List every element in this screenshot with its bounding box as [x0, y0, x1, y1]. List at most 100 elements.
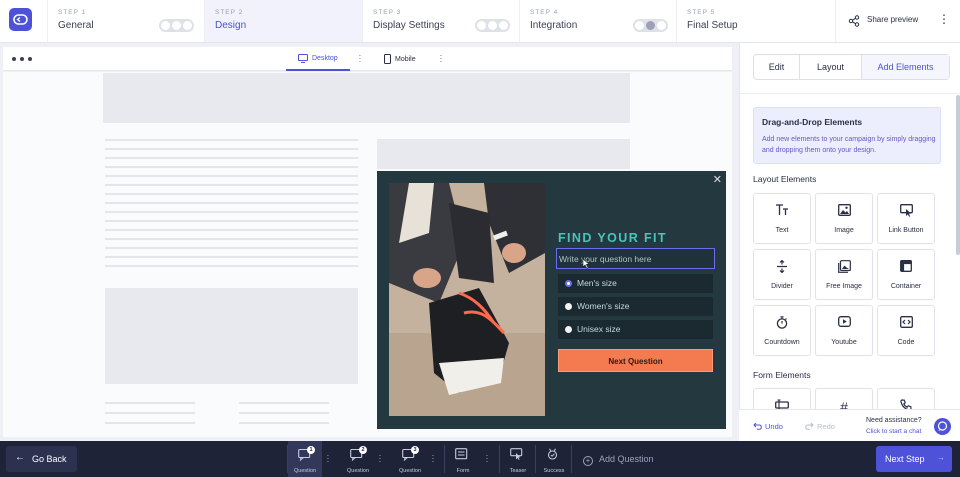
page-label: Teaser — [509, 468, 527, 474]
arrow-right-icon: → — [937, 453, 945, 462]
element-label: Link Button — [888, 227, 924, 234]
desktop-options-icon[interactable]: · · · — [358, 52, 362, 66]
answer-option-label: Unisex size — [577, 324, 621, 334]
element-container[interactable]: Container — [877, 249, 935, 300]
step-number: STEP 2 — [215, 9, 244, 16]
chat-bubble-icon[interactable] — [934, 418, 951, 435]
page-teaser[interactable]: Teaser — [500, 441, 536, 477]
page-options-icon[interactable]: · · · — [378, 452, 382, 466]
more-options-icon[interactable]: ⋮ — [938, 12, 950, 26]
placeholder-line — [105, 157, 358, 159]
link-button-icon — [878, 204, 934, 218]
popup-title[interactable]: FIND YOUR FIT — [558, 231, 667, 245]
window-menu-icon[interactable] — [12, 57, 32, 61]
element-text[interactable]: Text — [753, 193, 811, 244]
element-divider[interactable]: Divider — [753, 249, 811, 300]
undo-button[interactable]: Undo — [753, 422, 783, 431]
answer-option-unisex[interactable]: Unisex size — [558, 320, 713, 339]
placeholder-line — [105, 166, 358, 168]
tab-edit[interactable]: Edit — [754, 55, 800, 79]
page-question-2[interactable]: 2 Question — [340, 441, 376, 477]
placeholder-line — [105, 247, 358, 249]
device-tab-mobile[interactable]: Mobile — [384, 47, 416, 71]
page-options-icon[interactable]: · · · — [326, 452, 330, 466]
share-preview-button[interactable]: Share preview — [835, 0, 925, 42]
question-placeholder: Write your question here — [559, 254, 652, 264]
share-preview-label: Share preview — [867, 15, 919, 24]
start-chat-link[interactable]: Click to start a chat — [866, 428, 921, 435]
question-input[interactable]: Write your question here — [556, 248, 715, 269]
next-step-button[interactable]: Next Step → — [876, 446, 952, 472]
stopwatch-icon — [754, 316, 810, 330]
step-general[interactable]: STEP 1 General — [47, 0, 204, 42]
undo-label: Undo — [765, 422, 783, 431]
page-success[interactable]: Success — [536, 441, 572, 477]
tab-add-elements[interactable]: Add Elements — [862, 55, 949, 79]
share-icon — [848, 14, 860, 32]
step-label: Final Setup — [687, 20, 738, 31]
canvas-toolbar: Desktop · · · Mobile · · · — [3, 47, 732, 71]
element-free-image[interactable]: Free Image — [815, 249, 873, 300]
redo-label: Redo — [817, 422, 835, 431]
app-logo-icon[interactable] — [9, 8, 32, 31]
teaser-page-icon — [510, 448, 523, 460]
element-code[interactable]: Code — [877, 305, 935, 356]
elements-panel: Edit Layout Add Elements Drag-and-Drop E… — [739, 43, 960, 441]
placeholder-line — [239, 422, 329, 424]
close-icon[interactable]: ✕ — [713, 173, 722, 186]
placeholder-line — [105, 422, 195, 424]
step-integration[interactable]: STEP 4 Integration — [519, 0, 676, 42]
mobile-options-icon[interactable]: · · · — [439, 52, 443, 66]
panel-footer: Undo Redo Need assistance? Click to star… — [739, 409, 960, 442]
container-icon — [878, 260, 934, 274]
step-label: Display Settings — [373, 20, 445, 31]
placeholder-line — [105, 139, 358, 141]
placeholder-line — [105, 211, 358, 213]
element-link-button[interactable]: Link Button — [877, 193, 935, 244]
tab-layout[interactable]: Layout — [800, 55, 862, 79]
placeholder-line — [105, 229, 358, 231]
step-final-setup[interactable]: STEP 5 Final Setup — [676, 0, 835, 42]
page-options-icon[interactable]: · · · — [431, 452, 435, 466]
element-label: Text — [775, 227, 789, 234]
answer-option-womens[interactable]: Women's size — [558, 297, 713, 316]
answer-option-label: Women's size — [577, 301, 630, 311]
page-options-icon[interactable]: · · · — [485, 452, 489, 466]
go-back-button[interactable]: ← Go Back — [6, 446, 77, 472]
bottom-bar: ← Go Back 1 Question · · · 2 Question · · · … — [0, 441, 960, 477]
popup-image[interactable] — [389, 183, 545, 416]
element-youtube[interactable]: Youtube — [815, 305, 873, 356]
element-label: Divider — [771, 283, 793, 290]
radio-selected-icon — [565, 280, 572, 287]
placeholder-line — [105, 175, 358, 177]
element-label: Container — [890, 283, 922, 290]
info-heading: Drag-and-Drop Elements — [762, 117, 863, 127]
placeholder-line — [105, 256, 358, 258]
top-stepper: STEP 1 General STEP 2 Design STEP 3 Disp… — [0, 0, 960, 43]
step-number: STEP 5 — [687, 9, 716, 16]
campaign-popup[interactable]: ✕ FIND YOUR FIT Write your question here… — [377, 171, 726, 429]
placeholder-line — [105, 184, 358, 186]
page-question-3[interactable]: 3 Question — [392, 441, 428, 477]
divider — [740, 93, 960, 94]
code-icon — [878, 316, 934, 330]
next-question-button[interactable]: Next Question — [558, 349, 713, 372]
next-step-label: Next Step — [885, 454, 925, 464]
page-form[interactable]: Form — [445, 441, 481, 477]
placeholder-line — [105, 238, 358, 240]
form-page-icon — [455, 448, 468, 460]
step-design[interactable]: STEP 2 Design — [204, 0, 362, 42]
placeholder-line — [105, 402, 195, 404]
answer-option-mens[interactable]: Men's size — [558, 274, 713, 293]
panel-scrollbar[interactable] — [956, 95, 960, 255]
step-display-settings[interactable]: STEP 3 Display Settings — [362, 0, 519, 42]
device-tab-desktop[interactable]: Desktop — [286, 47, 350, 71]
add-question-button[interactable]: + Add Question — [583, 454, 654, 466]
page-question-1[interactable]: 1 Question — [288, 441, 322, 477]
text-icon — [754, 204, 810, 218]
placeholder-line — [105, 148, 358, 150]
element-label: Free Image — [826, 283, 862, 290]
redo-button[interactable]: Redo — [805, 422, 835, 431]
element-image[interactable]: Image — [815, 193, 873, 244]
element-countdown[interactable]: Countdown — [753, 305, 811, 356]
